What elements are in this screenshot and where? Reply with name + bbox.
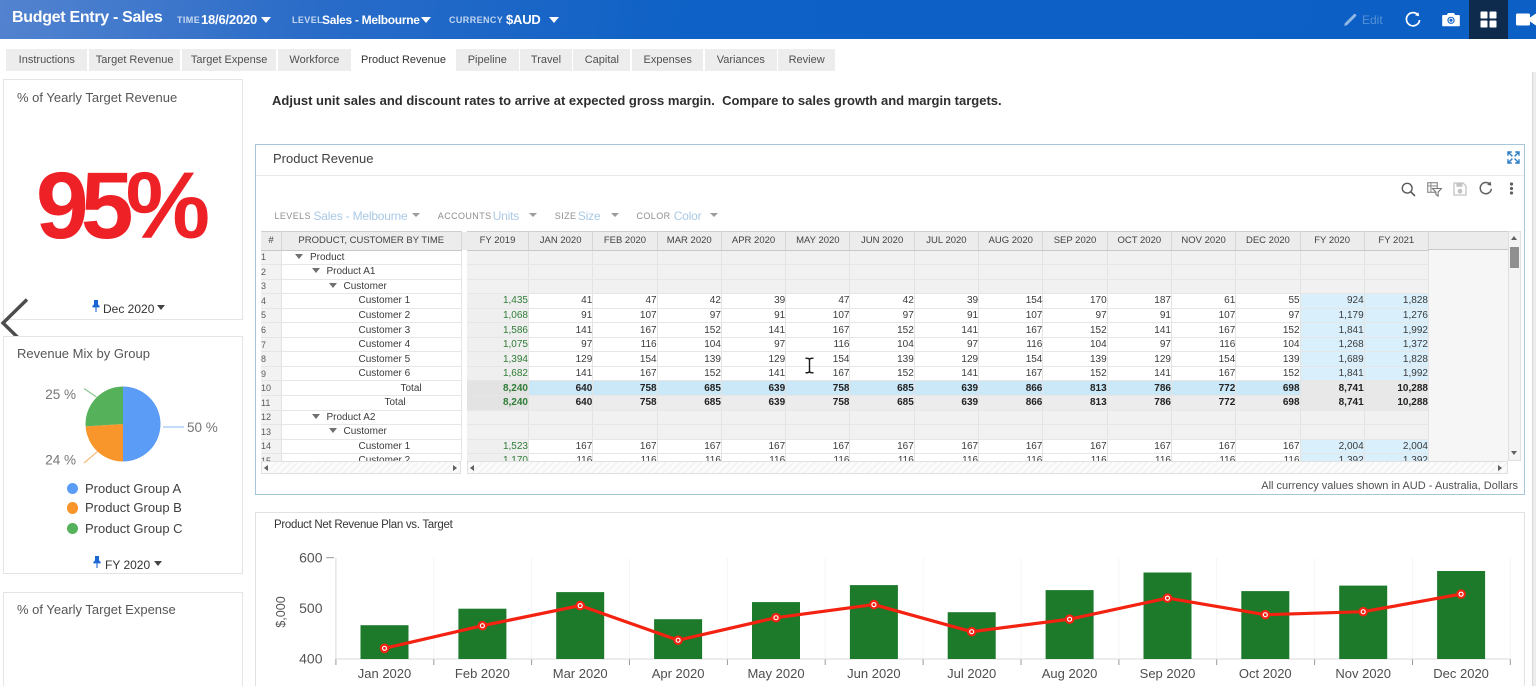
svg-text:600: 600	[299, 550, 323, 566]
svg-text:$,000: $,000	[274, 596, 288, 627]
svg-text:Nov 2020: Nov 2020	[1335, 666, 1391, 681]
svg-text:Jun 2020: Jun 2020	[847, 666, 901, 681]
svg-text:500: 500	[299, 600, 323, 616]
svg-text:25 %: 25 %	[45, 387, 76, 402]
svg-text:May 2020: May 2020	[747, 666, 804, 681]
svg-text:Mar 2020: Mar 2020	[553, 666, 608, 681]
svg-text:Dec 2020: Dec 2020	[1433, 666, 1489, 681]
svg-text:50 %: 50 %	[187, 420, 218, 435]
svg-text:Feb 2020: Feb 2020	[455, 666, 510, 681]
svg-text:Apr 2020: Apr 2020	[652, 666, 705, 681]
svg-text:Jul 2020: Jul 2020	[947, 666, 996, 681]
svg-text:Sep 2020: Sep 2020	[1140, 666, 1196, 681]
svg-text:Jan 2020: Jan 2020	[358, 666, 412, 681]
svg-text:24 %: 24 %	[45, 453, 76, 468]
svg-text:Oct 2020: Oct 2020	[1239, 666, 1292, 681]
svg-text:400: 400	[299, 651, 323, 667]
svg-text:Aug 2020: Aug 2020	[1042, 666, 1098, 681]
